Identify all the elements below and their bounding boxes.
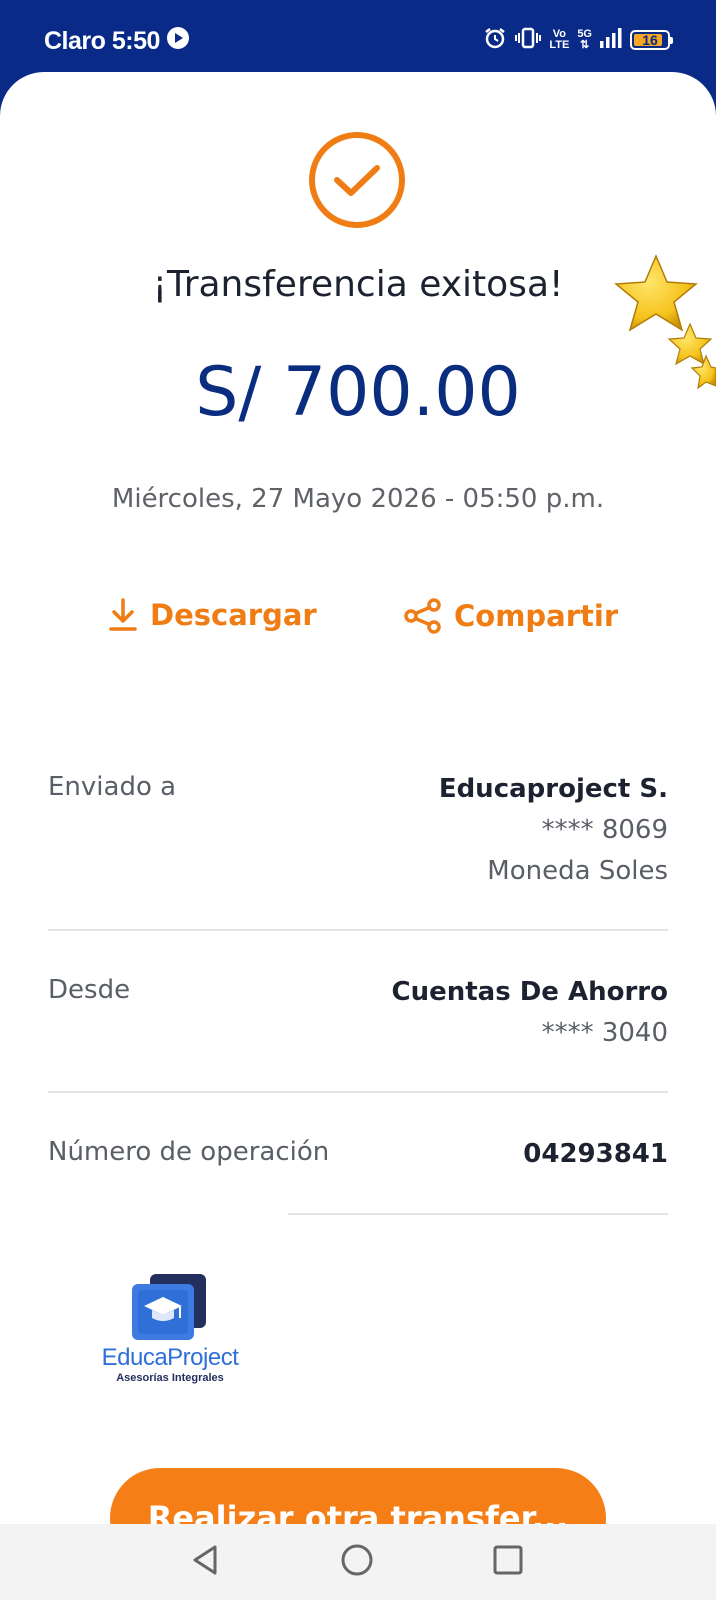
play-icon: [166, 26, 190, 57]
operation-label: Número de operación: [48, 1137, 330, 1167]
recipient-name: Educaproject S.: [438, 774, 668, 804]
transfer-date: Miércoles, 27 Mayo 2026 - 05:50 p.m.: [111, 484, 605, 514]
back-button[interactable]: [182, 1536, 230, 1584]
recipient-currency: Moneda Soles: [487, 856, 668, 886]
source-account-number: **** 3040: [541, 1018, 668, 1048]
network-generation: 5G ⇅: [577, 28, 592, 51]
home-button[interactable]: [333, 1536, 381, 1584]
sent-to-label: Enviado a: [48, 772, 177, 802]
recipient-account: **** 8069: [541, 815, 668, 845]
check-circle-icon: [309, 132, 405, 228]
share-icon: [404, 598, 441, 634]
signal-icon: [600, 27, 622, 53]
home-icon: [341, 1544, 373, 1576]
recents-button[interactable]: [484, 1536, 532, 1584]
success-title: ¡Transferencia exitosa!: [152, 264, 564, 305]
back-icon: [193, 1545, 217, 1575]
divider: [48, 1091, 668, 1093]
divider: [288, 1213, 668, 1215]
download-label: Descargar: [150, 598, 317, 632]
logo-tagline: Asesorías Integrales: [116, 1372, 224, 1384]
educaproject-logo: EducaProject Asesorías Integrales: [90, 1274, 250, 1384]
recents-icon: [493, 1545, 523, 1575]
download-icon: [109, 598, 137, 631]
status-left: Claro 5:50: [44, 26, 190, 57]
battery-level: 16: [642, 32, 658, 48]
divider: [48, 929, 668, 931]
from-value: Cuentas De Ahorro **** 3040: [391, 972, 668, 1054]
download-button[interactable]: Descargar: [108, 598, 317, 632]
battery-icon: 16: [630, 30, 673, 50]
carrier-time: Claro 5:50: [44, 27, 160, 55]
logo-brand: EducaProject: [101, 1344, 239, 1371]
sent-to-value: Educaproject S. **** 8069 Moneda Soles: [439, 769, 668, 892]
operation-number: 04293841: [523, 1139, 668, 1169]
alarm-icon: [483, 26, 507, 54]
system-nav-bar: [0, 1524, 716, 1600]
status-right: Vo LTE 5G ⇅ 16: [483, 26, 673, 54]
vibrate-icon: [515, 26, 542, 54]
operation-value: 04293841: [523, 1134, 668, 1175]
graduation-book-icon: [132, 1274, 206, 1340]
share-label: Compartir: [454, 599, 619, 633]
source-account-name: Cuentas De Ahorro: [391, 977, 668, 1007]
share-button[interactable]: Compartir: [404, 598, 618, 634]
transfer-amount: S/ 700.00: [195, 353, 521, 432]
volte-indicator: Vo LTE: [549, 28, 570, 51]
from-label: Desde: [48, 975, 131, 1005]
